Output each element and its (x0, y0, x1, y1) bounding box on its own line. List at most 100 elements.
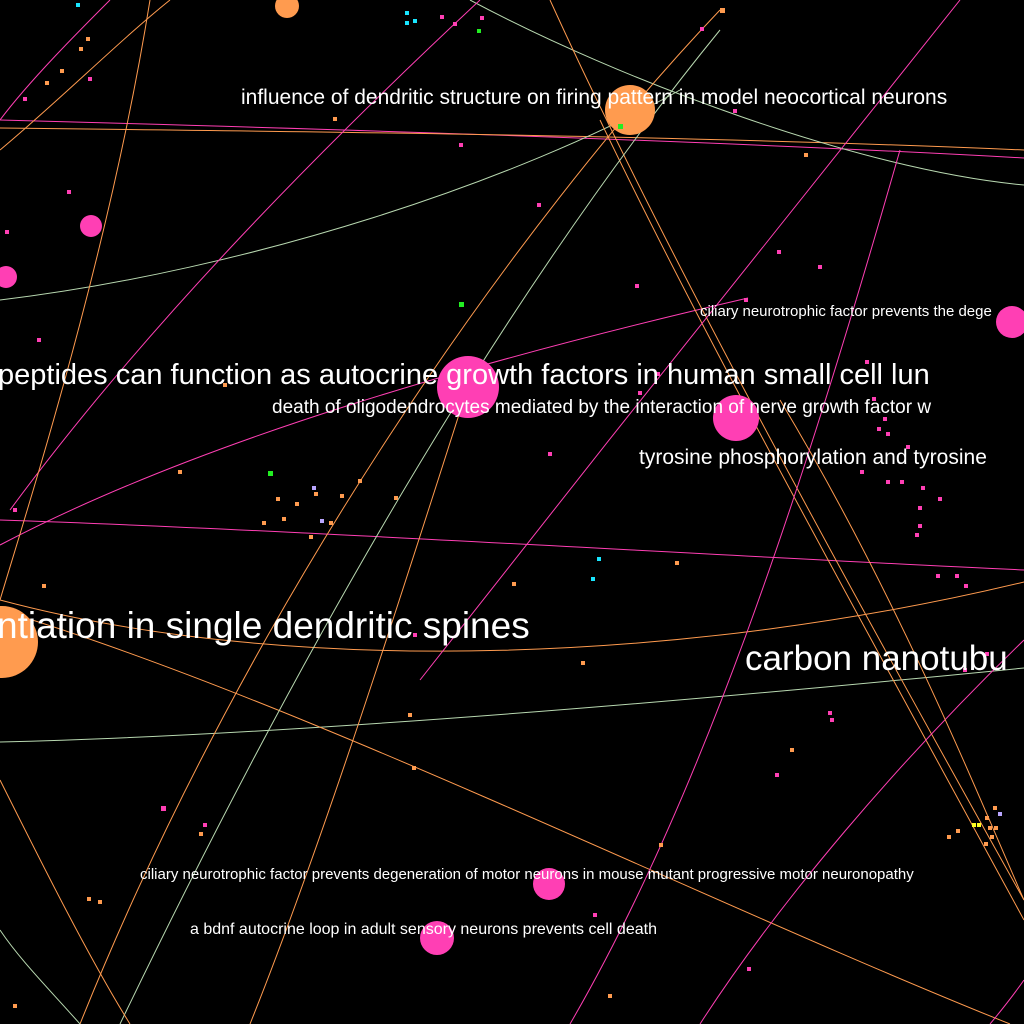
node-small (88, 77, 92, 81)
node-small (13, 508, 17, 512)
node-small (86, 37, 90, 41)
node-small (394, 496, 398, 500)
node-small (921, 486, 925, 490)
node-small (314, 492, 318, 496)
node-small (87, 897, 91, 901)
node-small (947, 835, 951, 839)
node-small (37, 338, 41, 342)
node-small (886, 432, 890, 436)
node-small (775, 773, 779, 777)
node-small (42, 584, 46, 588)
node-small (828, 711, 832, 715)
node-small (76, 3, 80, 7)
node-small (309, 535, 313, 539)
node-small (199, 832, 203, 836)
node-small (938, 497, 942, 501)
citation-network-map: influence of dendritic structure on firi… (0, 0, 1024, 1024)
node-small (747, 967, 751, 971)
node-small (993, 806, 997, 810)
node-small (733, 109, 737, 113)
node-small (295, 502, 299, 506)
label-cntf-degeneration-clipped[interactable]: ciliary neurotrophic factor prevents the… (700, 303, 992, 320)
node-small (593, 913, 597, 917)
node-small (320, 519, 324, 523)
node-small (988, 826, 992, 830)
node-small (537, 203, 541, 207)
node-small (900, 480, 904, 484)
node-small (591, 577, 595, 581)
node-small (608, 994, 612, 998)
label-dendritic-spines[interactable]: ntiation in single dendritic spines (0, 605, 530, 646)
label-oligodendrocytes[interactable]: death of oligodendrocytes mediated by th… (272, 397, 931, 418)
node-large[interactable] (80, 215, 102, 237)
node-small (161, 806, 166, 811)
node-small (581, 661, 585, 665)
node-small (548, 452, 552, 456)
node-small (203, 823, 207, 827)
label-tyrosine-phosphorylation[interactable]: tyrosine phosphorylation and tyrosine (639, 446, 987, 469)
node-small (818, 265, 822, 269)
node-small (5, 230, 9, 234)
node-small (262, 521, 266, 525)
node-small (956, 829, 960, 833)
node-small (512, 582, 516, 586)
node-small (329, 521, 333, 525)
node-small (830, 718, 834, 722)
label-carbon-nanotube[interactable]: carbon nanotubu (745, 639, 1008, 678)
node-small (955, 574, 959, 578)
node-small (340, 494, 344, 498)
node-small (333, 117, 337, 121)
node-small (480, 16, 484, 20)
node-small (408, 713, 412, 717)
node-small (998, 812, 1002, 816)
node-small (459, 143, 463, 147)
node-small (915, 533, 919, 537)
node-small (453, 22, 457, 26)
label-bdnf-autocrine[interactable]: a bdnf autocrine loop in adult sensory n… (190, 921, 657, 938)
node-small (282, 517, 286, 521)
node-small (45, 81, 49, 85)
node-small (618, 124, 623, 129)
node-small (972, 823, 976, 827)
node-small (977, 823, 981, 827)
node-small (994, 826, 998, 830)
node-small (964, 584, 968, 588)
label-cntf-motor-neurons[interactable]: ciliary neurotrophic factor prevents deg… (140, 866, 914, 883)
node-small (918, 506, 922, 510)
node-small (635, 284, 639, 288)
node-small (413, 19, 417, 23)
node-small (777, 250, 781, 254)
node-small (79, 47, 83, 51)
node-small (877, 427, 881, 431)
node-small (405, 21, 409, 25)
node-small (440, 15, 444, 19)
node-small (312, 486, 316, 490)
node-small (459, 302, 464, 307)
node-small (985, 816, 989, 820)
node-small (860, 470, 864, 474)
node-small (790, 748, 794, 752)
node-small (178, 470, 182, 474)
node-small (804, 153, 808, 157)
node-small (918, 524, 922, 528)
label-influence-dendritic[interactable]: influence of dendritic structure on firi… (241, 86, 947, 109)
node-small (60, 69, 64, 73)
node-small (276, 497, 280, 501)
node-small (936, 574, 940, 578)
node-small (67, 190, 71, 194)
node-small (638, 391, 642, 395)
node-small (886, 480, 890, 484)
node-small (13, 1004, 17, 1008)
node-small (990, 835, 994, 839)
node-small (984, 842, 988, 846)
node-small (700, 27, 704, 31)
node-small (358, 479, 362, 483)
node-small (23, 97, 27, 101)
node-small (720, 8, 725, 13)
node-small (268, 471, 273, 476)
node-small (659, 843, 663, 847)
label-autocrine-peptides[interactable]: peptides can function as autocrine growt… (0, 359, 930, 391)
node-small (405, 11, 409, 15)
node-small (675, 561, 679, 565)
node-small (477, 29, 481, 33)
